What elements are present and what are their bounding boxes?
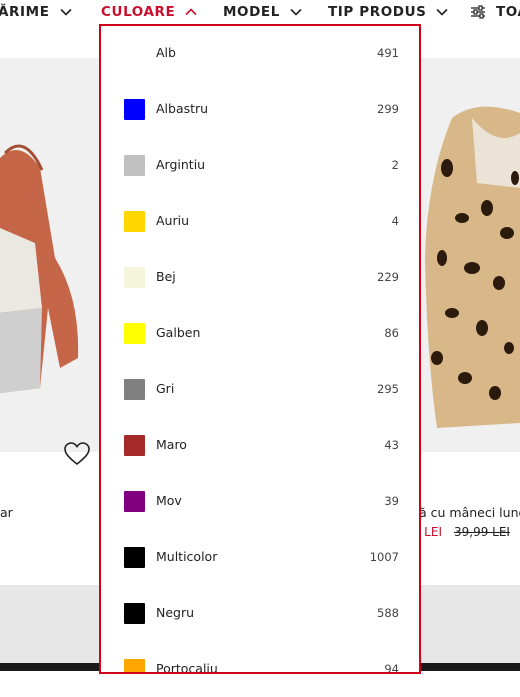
product-old-price-right: 39,99 LEI xyxy=(454,525,510,539)
product-card-info-left xyxy=(0,452,100,585)
color-option-label: Multicolor xyxy=(156,549,218,564)
color-swatch xyxy=(124,435,145,456)
wishlist-heart-icon[interactable] xyxy=(64,442,90,466)
product-title-right[interactable]: ă cu mâneci lungi xyxy=(419,505,520,520)
color-swatch xyxy=(124,379,145,400)
filter-product-type-label: TIP PRODUS xyxy=(328,4,427,20)
color-option-count: 1007 xyxy=(369,550,399,564)
color-swatch xyxy=(124,603,145,624)
color-option-galben[interactable]: Galben 86 xyxy=(101,306,419,362)
filter-bar: ĂRIME CULOARE MODEL TIP PRODUS TO xyxy=(0,0,520,24)
color-option-label: Maro xyxy=(156,437,187,452)
chevron-down-icon xyxy=(290,8,302,16)
color-swatch xyxy=(124,323,145,344)
filter-color-label: CULOARE xyxy=(101,4,176,20)
filter-size[interactable]: ĂRIME xyxy=(0,2,72,22)
color-swatch xyxy=(124,659,145,672)
color-option-label: Alb xyxy=(156,45,176,60)
filter-model-label: MODEL xyxy=(223,4,280,20)
color-option-count: 299 xyxy=(377,102,399,116)
color-option-label: Auriu xyxy=(156,213,190,228)
color-option-count: 86 xyxy=(384,326,399,340)
color-option-label: Negru xyxy=(156,605,195,620)
chevron-down-icon xyxy=(436,8,449,16)
color-option-count: 229 xyxy=(377,270,399,284)
chevron-down-icon xyxy=(59,8,72,16)
color-option-label: Mov xyxy=(156,493,182,508)
filter-all-label: TOA xyxy=(496,4,520,20)
color-swatch xyxy=(124,267,145,288)
color-option-count: 491 xyxy=(377,46,399,60)
color-option-albastru[interactable]: Albastru 299 xyxy=(101,82,419,138)
color-option-count: 295 xyxy=(377,382,399,396)
color-option-multicolor[interactable]: Multicolor 1007 xyxy=(101,530,419,586)
color-option-label: Portocaliu xyxy=(156,661,218,674)
color-option-bej[interactable]: Bej 229 xyxy=(101,250,419,306)
color-filter-dropdown[interactable]: Alb 491 Albastru 299 Argintiu 2 Auriu 4 Bej 229 Ga… xyxy=(99,24,421,674)
color-option-negru[interactable]: Negru 588 xyxy=(101,586,419,642)
product-image-left[interactable] xyxy=(0,58,100,452)
color-option-count: 4 xyxy=(391,214,399,228)
filter-all[interactable]: TOA xyxy=(470,2,520,22)
color-option-gri[interactable]: Gri 295 xyxy=(101,362,419,418)
product-title-left[interactable]: ar xyxy=(0,505,13,520)
color-option-auriu[interactable]: Auriu 4 xyxy=(101,194,419,250)
color-option-count: 2 xyxy=(391,158,399,172)
color-swatch xyxy=(124,211,145,232)
chevron-up-icon xyxy=(185,8,197,16)
color-option-count: 588 xyxy=(377,606,399,620)
color-option-label: Argintiu xyxy=(156,157,206,172)
filter-size-label: ĂRIME xyxy=(0,4,50,20)
filter-color[interactable]: CULOARE xyxy=(101,2,197,22)
color-option-count: 94 xyxy=(384,662,399,674)
filter-model[interactable]: MODEL xyxy=(223,2,302,22)
color-option-label: Galben xyxy=(156,325,201,340)
color-option-portocaliu[interactable]: Portocaliu 94 xyxy=(101,642,419,674)
color-option-count: 43 xyxy=(384,438,399,452)
color-option-mov[interactable]: Mov 39 xyxy=(101,474,419,530)
color-option-alb[interactable]: Alb 491 xyxy=(101,26,419,82)
color-option-argintiu[interactable]: Argintiu 2 xyxy=(101,138,419,194)
color-option-maro[interactable]: Maro 43 xyxy=(101,418,419,474)
filter-product-type[interactable]: TIP PRODUS xyxy=(328,2,449,22)
color-option-count: 39 xyxy=(384,494,399,508)
color-swatch xyxy=(124,491,145,512)
color-option-label: Bej xyxy=(156,269,176,284)
color-swatch xyxy=(124,155,145,176)
sliders-icon xyxy=(470,5,486,19)
color-swatch xyxy=(124,547,145,568)
color-option-label: Albastru xyxy=(156,101,209,116)
color-swatch xyxy=(124,99,145,120)
color-option-label: Gri xyxy=(156,381,175,396)
product-image-right[interactable] xyxy=(417,58,520,452)
color-swatch xyxy=(124,43,145,64)
